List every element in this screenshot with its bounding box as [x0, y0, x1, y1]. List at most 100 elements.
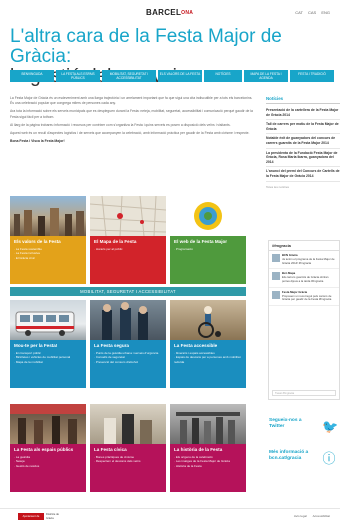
intro-paragraph: La Festa Major de Gràcia és un esdevenim… — [10, 96, 253, 106]
tweet[interactable]: Festa Major Gràcia Proposem un recorregut… — [269, 288, 339, 307]
card-photo — [10, 404, 86, 444]
card-mapa[interactable]: El Mapa de la Festa Horaris per al públi… — [90, 196, 166, 284]
card-title[interactable]: La Festa cívica — [94, 447, 162, 453]
lang-cas[interactable]: CAS — [308, 10, 316, 15]
card-panel: La Festa cívica Bones pràctiques de civi… — [90, 444, 166, 492]
card-panel: Els valors de la Festa La Festa sostenib… — [10, 236, 86, 284]
bus-icon — [15, 311, 75, 336]
news-item[interactable]: Notable èxit de guanyadors del concurs d… — [266, 134, 340, 149]
tweet-text: Ja tenim el programa de la Festa Major d… — [282, 256, 335, 265]
all-news-link[interactable]: Totes les notícies — [266, 185, 340, 189]
ajuntament-logo[interactable]: Ajuntament de Barcelona — [18, 513, 44, 520]
nav-mobilitat[interactable]: MOBILITAT, SEGURETAT I ACCESSIBILITAT — [102, 70, 156, 82]
cards-row-mobilitat: Mou-te per la Festa! En transport públic… — [10, 300, 246, 388]
card-title[interactable]: La Festa accessible — [174, 343, 242, 349]
card-panel: El web de la Festa Major Programació — [170, 236, 246, 284]
news-sidebar: Notícies Presentació de la cartellera de… — [266, 96, 340, 189]
card-panel: El Mapa de la Festa Horaris per al públi… — [90, 236, 166, 284]
card-photo — [170, 300, 246, 340]
card-valors[interactable]: Els valors de la Festa La Festa sostenib… — [10, 196, 86, 284]
intro-paragraph: Aquest web és un recull d'aspectes logís… — [10, 131, 250, 136]
intro-text: La Festa Major de Gràcia és un esdevenim… — [10, 96, 255, 147]
card-photo — [170, 196, 246, 236]
card-civica[interactable]: La Festa cívica Bones pràctiques de civi… — [90, 404, 166, 492]
page-title-line1: L'altra cara de la Festa Major de Gràcia… — [10, 26, 282, 67]
card-photo — [90, 404, 166, 444]
footer: Ajuntament de Barcelona Districte de Grà… — [0, 508, 340, 522]
map-icon — [90, 196, 166, 236]
tweet[interactable]: BCN Gràcia Ja tenim el programa de la Fes… — [269, 251, 339, 270]
tweet-input[interactable]: Tweet #fmgracia — [272, 390, 336, 396]
nav-mapa-agenda[interactable]: MAPA DE LA FESTA I AGENDA — [244, 70, 288, 82]
nav-noticies[interactable]: NOTÍCIES — [204, 70, 242, 82]
twitter-bird-icon: 🐦 — [322, 419, 339, 434]
language-switcher: CAT CAS ENG — [291, 10, 330, 15]
card-web[interactable]: El web de la Festa Major Programació — [170, 196, 246, 284]
police-icon — [102, 302, 148, 340]
intro-paragraph: Al llarg de la pàgina trobareu informaci… — [10, 122, 231, 127]
card-link[interactable]: El Gràcia cívic — [14, 256, 82, 260]
lang-eng[interactable]: ENG — [321, 10, 330, 15]
street-photo-icon — [10, 404, 86, 444]
news-item[interactable]: Presentació de la cartellera de la Festa… — [266, 106, 340, 121]
card-link[interactable]: Mapa de la mobilitat — [14, 360, 82, 364]
cards-row-espais: La Festa als espais públics La guàrdia N… — [10, 404, 246, 492]
cards-row-valors: Els valors de la Festa La Festa sostenib… — [10, 196, 246, 284]
main-nav: BENVINGUDA LA FESTA ALS ESPAIS PÚBLICS M… — [10, 70, 340, 82]
card-title[interactable]: El web de la Festa Major — [174, 239, 242, 245]
card-panel: La Festa als espais públics La guàrdia N… — [10, 444, 86, 492]
barcelona-logo[interactable]: BARCELONA — [146, 8, 193, 17]
card-title[interactable]: Els valors de la Festa — [14, 239, 82, 245]
card-panel: Mou-te per la Festa! En transport públic… — [10, 340, 86, 388]
card-segura[interactable]: La Festa segura Punts de la guàrdia urba… — [90, 300, 166, 388]
section-band: MOBILITAT, SEGURETAT I ACCESSIBILITAT — [10, 287, 246, 296]
twitter-follow-text[interactable]: Segueix-nos a Twitter — [269, 418, 315, 430]
twitter-follow-box[interactable]: Segueix-nos a Twitter 🐦 — [266, 414, 340, 440]
news-item[interactable]: Tall de carrers per motiu de la Festa Ma… — [266, 120, 340, 135]
footer-links: Avís legal Accessibilitat — [289, 514, 330, 518]
nav-espais-publics[interactable]: LA FESTA ALS ESPAIS PÚBLICS — [56, 70, 100, 82]
historic-photo-icon — [176, 412, 240, 444]
card-photo — [10, 196, 86, 236]
crowd-photo-icon — [14, 208, 84, 236]
card-panel: La història de la Festa Els orígens de l… — [170, 444, 246, 492]
footer-link-accessibility[interactable]: Accessibilitat — [313, 514, 330, 518]
wheelchair-icon — [198, 306, 221, 338]
card-title[interactable]: El Mapa de la Festa — [94, 239, 162, 245]
card-title[interactable]: La Festa als espais públics — [14, 447, 82, 453]
nav-benvinguda[interactable]: BENVINGUDA — [10, 70, 54, 82]
card-title[interactable]: La Festa segura — [94, 343, 162, 349]
intro-cta: Bona Festa i Visca la Festa Major! — [10, 139, 65, 144]
news-item[interactable]: La presidenta de la Fundació Festa Major… — [266, 149, 340, 168]
avatar — [272, 290, 280, 299]
card-panel: La Festa accessible Itineraris i espais … — [170, 340, 246, 388]
tweet-text: Proposem un recorregut pels carrers de G… — [282, 293, 332, 302]
twitter-widget: #fmgracia BCN Gràcia Ja tenim el programa… — [268, 240, 340, 400]
card-link[interactable]: Horaris per al públic — [94, 247, 162, 251]
card-link[interactable]: Gestió de residus — [14, 464, 82, 468]
card-link[interactable]: Respectem el descans dels veïns — [94, 459, 162, 463]
footer-link-legal[interactable]: Avís legal — [294, 514, 307, 518]
info-text[interactable]: Més informació a bcn.cat/gracia — [269, 450, 315, 462]
nav-valors[interactable]: ELS VALORS DE LA FESTA — [158, 70, 202, 82]
avatar — [272, 272, 280, 281]
card-title[interactable]: Mou-te per la Festa! — [14, 343, 82, 349]
nav-festa-tradicio[interactable]: FESTA I TRADICIÓ — [290, 70, 334, 82]
lang-cat[interactable]: CAT — [295, 10, 303, 15]
tweet[interactable]: Bcn Mapa Els carrers guarnits de Gràcia o… — [269, 269, 339, 288]
news-item[interactable]: L'anunci del premi del Concurs de Cartel… — [266, 167, 340, 182]
card-link[interactable]: Programació — [174, 247, 242, 251]
card-photo — [90, 300, 166, 340]
card-link[interactable]: Història de la Festa — [174, 464, 242, 468]
card-historia[interactable]: La història de la Festa Els orígens de l… — [170, 404, 246, 492]
info-box[interactable]: Més informació a bcn.cat/gracia ⓘ — [266, 446, 340, 472]
news-heading: Notícies — [266, 96, 340, 104]
districte-logo[interactable]: Districte de Gràcia — [46, 513, 64, 520]
card-espais-publics[interactable]: La Festa als espais públics La guàrdia N… — [10, 404, 86, 492]
card-accessible[interactable]: La Festa accessible Itineraris i espais … — [170, 300, 246, 388]
card-link[interactable]: Prevenció del consum d'alcohol — [94, 360, 162, 364]
card-title[interactable]: La història de la Festa — [174, 447, 242, 453]
card-link[interactable]: Espais de descans per a persones amb mob… — [174, 355, 242, 364]
info-icon: ⓘ — [322, 451, 336, 466]
card-mobilitat[interactable]: Mou-te per la Festa! En transport públic… — [10, 300, 86, 388]
